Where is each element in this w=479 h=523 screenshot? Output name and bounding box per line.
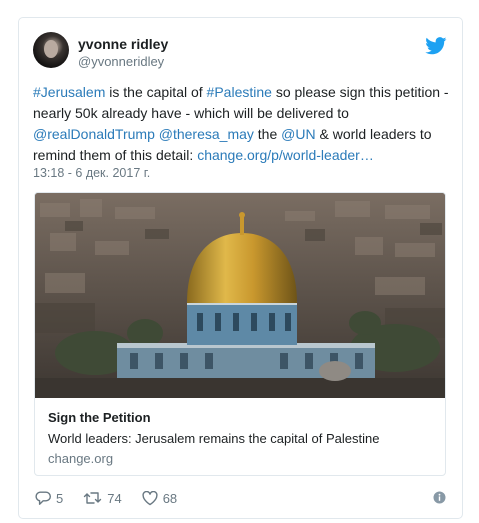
retweet-button[interactable]: 74 [83, 490, 122, 506]
tweet-text: #Jerusalem is the capital of #Palestine … [33, 82, 453, 166]
mention-link[interactable]: @realDonaldTrump [33, 126, 155, 142]
tweet-timestamp[interactable]: 13:18 - 6 дек. 2017 г. [33, 166, 150, 180]
card-title[interactable]: Sign the Petition [48, 410, 151, 425]
reply-icon [35, 491, 51, 505]
avatar[interactable] [33, 32, 69, 68]
author-name[interactable]: yvonne ridley [78, 36, 168, 52]
link-card[interactable]: Sign the Petition World leaders: Jerusal… [34, 192, 446, 476]
mention-link[interactable]: @theresa_may [159, 126, 254, 142]
embedded-tweet: yvonne ridley @yvonneridley #Jerusalem i… [18, 17, 463, 519]
like-count: 68 [162, 490, 178, 506]
twitter-bird-icon[interactable] [425, 37, 447, 55]
tweet-text-segment: is the capital of [105, 84, 207, 100]
mention-link[interactable]: @UN [281, 126, 315, 142]
tweet-text-segment: the [253, 126, 282, 142]
tweet-actions: 5 74 68 [35, 488, 197, 508]
retweet-icon [84, 492, 102, 504]
heart-icon [142, 490, 158, 505]
retweet-count: 74 [107, 490, 122, 506]
card-description[interactable]: World leaders: Jerusalem remains the cap… [48, 431, 379, 446]
info-icon[interactable] [433, 491, 446, 504]
like-button[interactable]: 68 [142, 490, 178, 506]
hashtag-link[interactable]: #Palestine [207, 84, 272, 100]
reply-count: 5 [56, 490, 64, 506]
url-link[interactable]: change.org/p/world-leader… [197, 147, 374, 163]
author-handle[interactable]: @yvonneridley [78, 54, 164, 69]
card-domain[interactable]: change.org [48, 451, 113, 466]
dome-of-the-rock-photo[interactable] [35, 193, 445, 398]
hashtag-link[interactable]: #Jerusalem [33, 84, 105, 100]
reply-button[interactable]: 5 [35, 491, 63, 506]
